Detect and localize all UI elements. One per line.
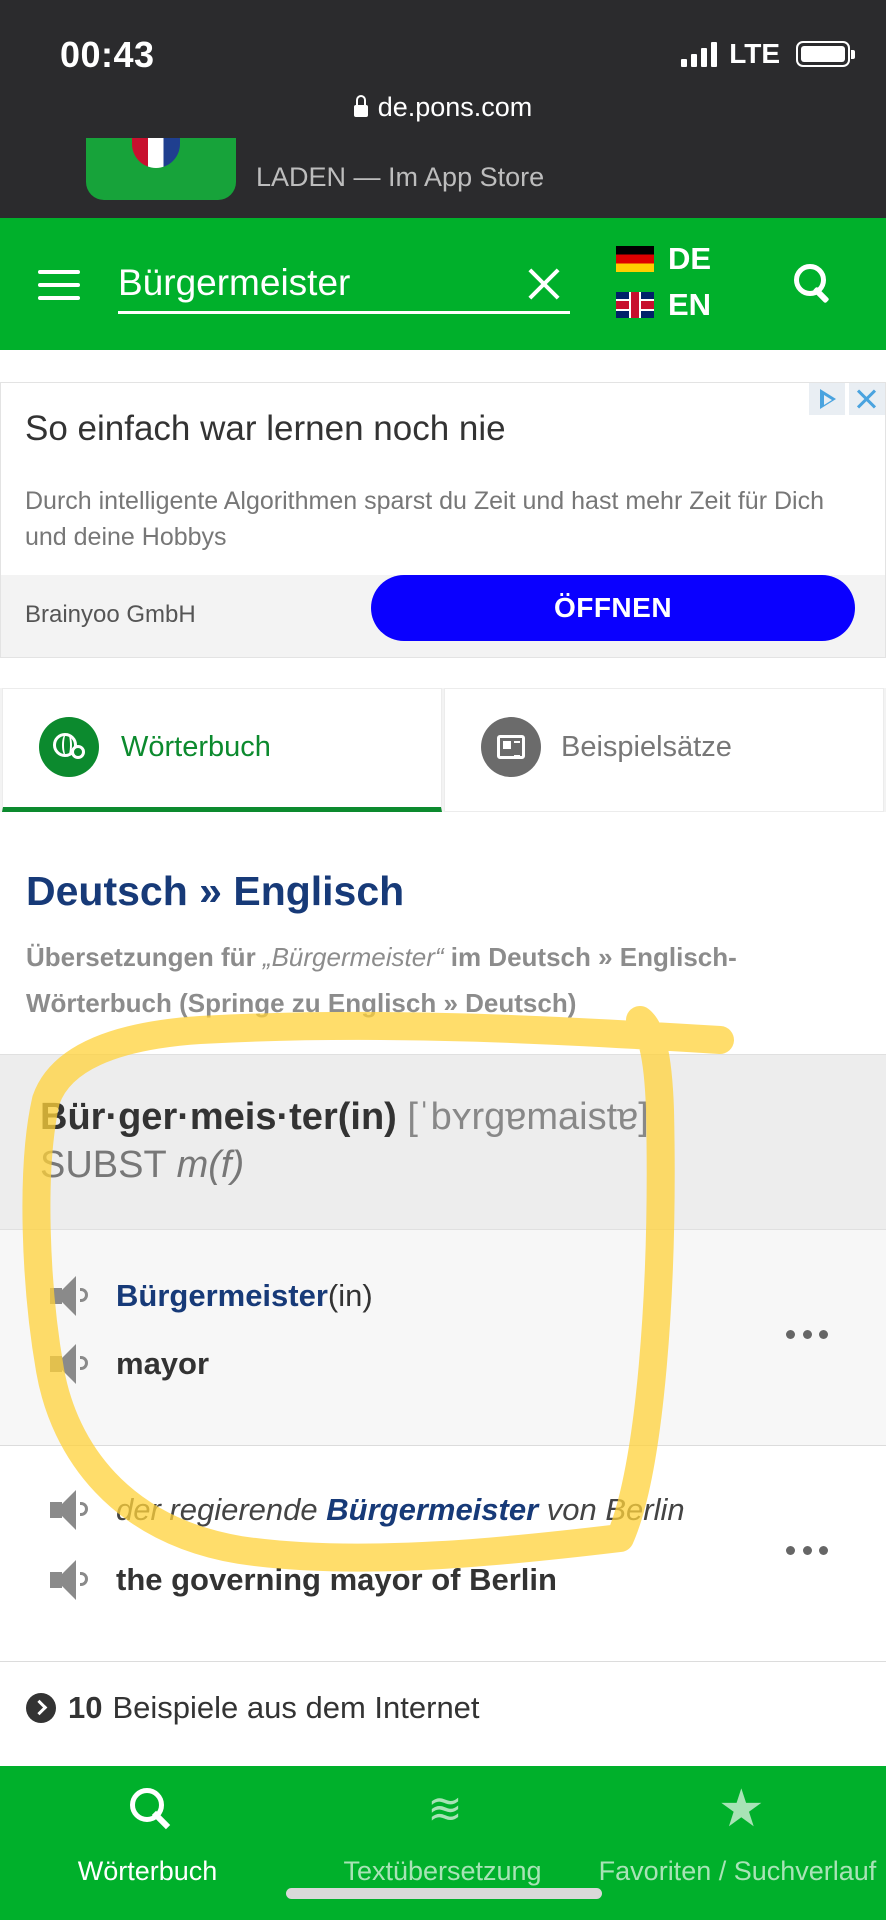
examples-label: Beispiele aus dem Internet	[112, 1690, 480, 1725]
globe-search-icon	[39, 717, 99, 777]
nav-label: Wörterbuch	[77, 1856, 218, 1886]
speaker-icon[interactable]	[50, 1342, 92, 1386]
ad-sponsor: Brainyoo GmbH	[25, 601, 196, 628]
german-flag-icon	[616, 246, 654, 272]
tab-label: Wörterbuch	[121, 731, 271, 763]
subtitle-term: „Bürgermeister“	[262, 942, 444, 972]
tab-beispielsaetze[interactable]: Beispielsätze	[444, 688, 884, 812]
source-suffix: (in)	[327, 1278, 373, 1313]
star-icon: ★	[718, 1780, 765, 1838]
home-indicator[interactable]	[286, 1888, 602, 1899]
nav-label: Favoriten / Suchverlauf	[598, 1856, 877, 1886]
battery-icon	[796, 41, 855, 67]
ad-open-button[interactable]: ÖFFNEN	[371, 575, 855, 641]
target-word[interactable]: mayor	[116, 1346, 209, 1382]
app-banner-text: LADEN — Im App Store	[256, 162, 545, 192]
example-target: the governing mayor of Berlin	[116, 1562, 557, 1597]
ad-title: So einfach war lernen noch nie	[25, 409, 506, 448]
speaker-icon[interactable]	[50, 1488, 92, 1532]
network-label: LTE	[729, 38, 780, 69]
clear-search-icon[interactable]	[526, 266, 562, 302]
example-text: von Berlin	[538, 1492, 685, 1527]
entry-header: Bür·ger·meis·ter(in) [ˈbʏrgɐmaistɐ] SUBS…	[0, 1054, 886, 1230]
lock-icon	[353, 95, 368, 117]
tab-woerterbuch[interactable]: Wörterbuch	[2, 688, 442, 812]
source-language[interactable]: DE	[616, 236, 711, 282]
app-store-banner[interactable]: LADEN — Im App Store	[0, 138, 886, 218]
headword-text: Bür·ger·meis·ter(in)	[40, 1096, 397, 1138]
target-language[interactable]: EN	[616, 282, 711, 328]
ad-footer: Brainyoo GmbH ÖFFNEN	[1, 575, 885, 657]
gender: m(f)	[176, 1144, 245, 1186]
url-text: de.pons.com	[377, 92, 533, 122]
source-row: Bürgermeister (in)	[50, 1274, 373, 1318]
examples-count: 10	[68, 1690, 103, 1725]
subtitle-text: Übersetzungen für	[26, 942, 263, 972]
signal-icon	[681, 41, 718, 67]
speaker-icon[interactable]	[50, 1558, 92, 1602]
example-text: der regierende	[116, 1492, 327, 1527]
status-indicators: LTE	[681, 38, 855, 70]
language-switch[interactable]: DE EN	[616, 236, 711, 328]
advertisement[interactable]: So einfach war lernen noch nie Durch int…	[0, 382, 886, 658]
search-icon[interactable]	[794, 264, 834, 306]
example-source-row: der regierende Bürgermeister von Berlin	[50, 1488, 685, 1532]
search-field[interactable]	[118, 256, 570, 314]
headword: Bür·ger·meis·ter(in) [ˈbʏrgɐmaistɐ] SUBS…	[40, 1093, 649, 1189]
nav-favoriten[interactable]: ★ Favoriten / Suchverlauf	[590, 1766, 885, 1920]
app-logo-icon	[86, 138, 236, 200]
close-ad-icon[interactable]	[849, 383, 885, 415]
tab-label: Beispielsätze	[561, 731, 732, 763]
newspaper-icon	[481, 717, 541, 777]
hamburger-menu-icon[interactable]	[38, 270, 80, 300]
example-target-row: the governing mayor of Berlin	[50, 1558, 557, 1602]
more-options-icon[interactable]	[786, 1330, 828, 1340]
source-language-label: DE	[668, 241, 712, 276]
dictionary-subtitle: Übersetzungen für „Bürgermeister“ im Deu…	[26, 934, 846, 1026]
word-class: SUBST	[40, 1144, 167, 1186]
example-block: der regierende Bürgermeister von Berlin …	[0, 1446, 886, 1662]
example-source: der regierende Bürgermeister von Berlin	[116, 1492, 685, 1528]
search-input[interactable]	[118, 256, 508, 310]
adchoices-icon[interactable]	[809, 383, 845, 415]
uk-flag-icon	[616, 292, 654, 318]
dictionary-title: Deutsch » Englisch	[26, 868, 405, 914]
speaker-icon[interactable]	[50, 1274, 92, 1318]
chevron-right-icon	[26, 1693, 56, 1723]
search-icon	[128, 1786, 172, 1832]
ad-badges	[809, 383, 885, 415]
target-row: mayor	[50, 1342, 209, 1386]
web-examples-link[interactable]: 10 Beispiele aus dem Internet	[26, 1690, 480, 1726]
phonetic: [ˈbʏrgɐmaistɐ]	[407, 1096, 649, 1138]
translation-block: Bürgermeister (in) mayor	[0, 1230, 886, 1446]
dictionary-tabs: Wörterbuch Beispielsätze	[0, 688, 886, 812]
status-bar: 00:43 LTE de.pons.com	[0, 0, 886, 148]
waves-icon: ≋	[427, 1785, 463, 1832]
ad-description: Durch intelligente Algorithmen sparst du…	[25, 487, 824, 551]
address-bar[interactable]: de.pons.com	[0, 92, 886, 123]
nav-woerterbuch[interactable]: Wörterbuch	[0, 1766, 295, 1920]
nav-label: Textübersetzung	[343, 1856, 542, 1886]
example-term[interactable]: Bürgermeister	[326, 1492, 538, 1527]
more-options-icon[interactable]	[786, 1546, 828, 1556]
target-language-label: EN	[668, 287, 712, 322]
status-time: 00:43	[60, 34, 155, 75]
source-word[interactable]: Bürgermeister	[116, 1278, 328, 1314]
search-header: DE EN	[0, 218, 886, 350]
